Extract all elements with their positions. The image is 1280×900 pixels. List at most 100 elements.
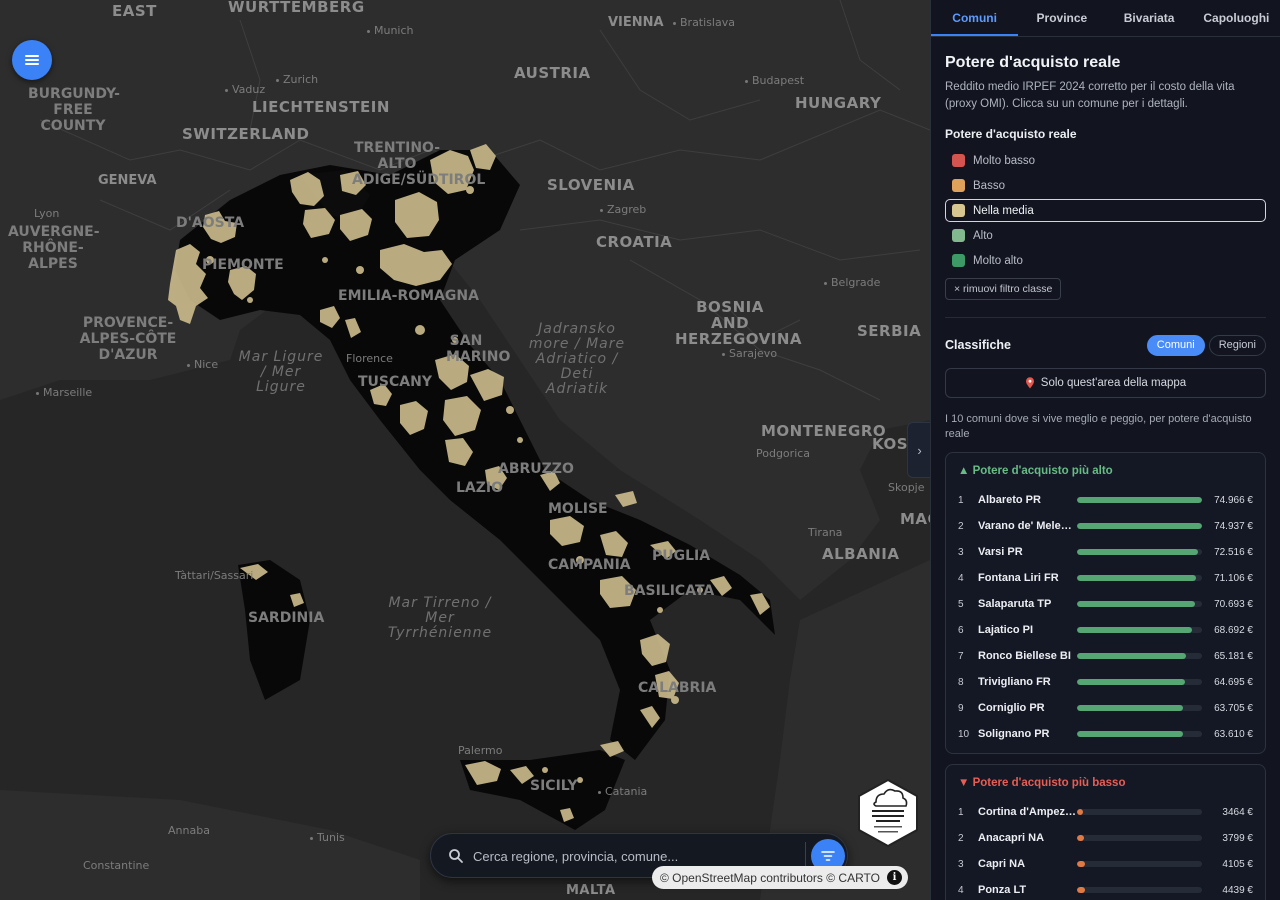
ranking-row[interactable]: 8 Trivigliano FR 64.695 € <box>958 669 1253 695</box>
map-label-region: BASILICATA <box>624 583 715 599</box>
map-label-city: Podgorica <box>756 447 811 460</box>
legend-swatch <box>952 179 965 192</box>
map-label-city: Geneva <box>98 173 157 188</box>
ranking-value: 68.692 € <box>1214 624 1253 636</box>
ranking-position: 2 <box>958 520 964 532</box>
map-label-region: TUSCANY <box>358 374 432 390</box>
legend-title: Potere d'acquisto reale <box>945 127 1077 141</box>
map-label-country: CROATIA <box>596 233 673 251</box>
map-area-only-label: Solo quest'area della mappa <box>1040 377 1187 389</box>
map-label-country: WÜRTTEMBERG <box>228 0 365 16</box>
ranking-bar-fill <box>1077 679 1185 685</box>
top-ranking-card: ▲ Potere d'acquisto più alto 1 Albareto P… <box>945 452 1266 754</box>
ranking-bar-fill <box>1077 887 1086 893</box>
ranking-comune-name: Solignano PR <box>978 728 1050 740</box>
ranking-bar-track <box>1077 523 1202 529</box>
map-label-region: PUGLIA <box>652 548 711 564</box>
ranking-position: 1 <box>958 806 964 818</box>
map-label-region: CALABRIA <box>638 680 717 696</box>
map-label-city: Constantine <box>83 859 150 872</box>
map-label-region: PIEMONTE <box>202 257 284 273</box>
toggle-regioni[interactable]: Regioni <box>1208 334 1266 356</box>
ranking-row[interactable]: 5 Salaparuta TP 70.693 € <box>958 591 1253 617</box>
legend-swatch <box>952 204 965 217</box>
ranking-position: 7 <box>958 650 964 662</box>
panel-title: Potere d'acquisto reale <box>945 54 1121 71</box>
legend-label: Molto basso <box>973 154 1036 167</box>
tab-province[interactable]: Province <box>1018 0 1105 36</box>
ranking-position: 4 <box>958 884 964 896</box>
ranking-row[interactable]: 9 Corniglio PR 63.705 € <box>958 695 1253 721</box>
ranking-row[interactable]: 4 Fontana Liri FR 71.106 € <box>958 565 1253 591</box>
map-label-region: AUVERGNE-RHÔNE-ALPES <box>8 224 100 272</box>
legend-item[interactable]: Molto alto <box>945 249 1266 272</box>
ranking-row[interactable]: 2 Anacapri NA 3799 € <box>958 825 1253 851</box>
ranking-bar-track <box>1077 627 1202 633</box>
ranking-row[interactable]: 1 Cortina d'Ampezzo BL 3464 € <box>958 799 1253 825</box>
pin-icon <box>1025 377 1034 389</box>
map-label-country: SLOVENIA <box>547 176 635 194</box>
legend-label: Nella media <box>973 204 1034 217</box>
map-label-sea: Mar Tirreno / Mer Tyrrhénienne <box>387 595 493 641</box>
map-label-region: BURGUNDY-FREE COUNTY <box>28 86 120 134</box>
legend-item[interactable]: Nella media <box>945 199 1266 222</box>
search-input[interactable] <box>473 844 791 868</box>
ranking-comune-name: Lajatico PI <box>978 624 1034 636</box>
ranking-value: 3464 € <box>1222 806 1253 818</box>
map-label-city: Palermo <box>458 744 503 757</box>
legend-item[interactable]: Molto basso <box>945 149 1266 172</box>
ranking-row[interactable]: 7 Ronco Biellese BI 65.181 € <box>958 643 1253 669</box>
legend-item[interactable]: Basso <box>945 174 1266 197</box>
ranking-bar-fill <box>1077 575 1196 581</box>
map-label-city: Vienna <box>608 15 664 30</box>
ranking-bar-fill <box>1077 731 1183 737</box>
map-label-sea: Jadransko more / Mare Adriatico / Deti A… <box>528 321 626 397</box>
map-label-country: SERBIA <box>857 322 922 340</box>
map-label-city: Zagreb <box>600 204 646 215</box>
tab-bivariata[interactable]: Bivariata <box>1106 0 1193 36</box>
ranking-bar-track <box>1077 809 1202 815</box>
ranking-comune-name: Varsi PR <box>978 546 1023 558</box>
map[interactable]: EAST WÜRTTEMBERG AUSTRIA SWITZERLAND LIE… <box>0 0 930 900</box>
ranking-bar-track <box>1077 861 1202 867</box>
ranking-row[interactable]: 3 Varsi PR 72.516 € <box>958 539 1253 565</box>
map-label-city: Lyon <box>34 207 60 220</box>
ranking-bar-fill <box>1077 523 1202 529</box>
panel-description: Reddito medio IRPEF 2024 corretto per il… <box>945 81 1235 110</box>
ranking-comune-name: Trivigliano FR <box>978 676 1051 688</box>
ranking-row[interactable]: 1 Albareto PR 74.966 € <box>958 487 1253 513</box>
ranking-row[interactable]: 2 Varano de' Melegari PR 74.937 € <box>958 513 1253 539</box>
opendata-sicilia-logo[interactable] <box>856 778 920 848</box>
tab-capoluoghi[interactable]: Capoluoghi <box>1193 0 1280 36</box>
map-label-region: SARDINIA <box>248 610 325 626</box>
ranking-row[interactable]: 4 Ponza LT 4439 € <box>958 877 1253 900</box>
map-label-country: AUSTRIA <box>514 64 591 82</box>
legend-item[interactable]: Alto <box>945 224 1266 247</box>
map-area-only-button[interactable]: Solo quest'area della mappa <box>945 368 1266 398</box>
menu-button[interactable] <box>12 40 52 80</box>
ranking-row[interactable]: 10 Solignano PR 63.610 € <box>958 721 1253 747</box>
ranking-bar-track <box>1077 705 1202 711</box>
ranking-row[interactable]: 6 Lajatico PI 68.692 € <box>958 617 1253 643</box>
ranking-value: 3799 € <box>1222 832 1253 844</box>
ranking-row[interactable]: 3 Capri NA 4105 € <box>958 851 1253 877</box>
ranking-value: 64.695 € <box>1214 676 1253 688</box>
collapse-panel-button[interactable]: › <box>907 422 930 478</box>
legend-label: Molto alto <box>973 254 1023 267</box>
map-label-city: Tunis <box>310 832 345 843</box>
map-label-region: CAMPANIA <box>548 557 631 573</box>
info-icon[interactable]: i <box>887 870 902 885</box>
legend-swatch <box>952 229 965 242</box>
map-label-city: Zurich <box>276 74 318 85</box>
map-label-city: Nice <box>187 359 218 370</box>
tab-comuni[interactable]: Comuni <box>931 0 1019 36</box>
map-label-country: MALTA <box>566 883 616 898</box>
ranking-value: 63.705 € <box>1214 702 1253 714</box>
clear-class-filter-button[interactable]: × rimuovi filtro classe <box>945 278 1062 300</box>
ranking-position: 5 <box>958 598 964 610</box>
hamburger-icon <box>25 53 39 67</box>
map-label-region: LAZIO <box>456 480 504 496</box>
ranking-bar-fill <box>1077 601 1195 607</box>
side-panel: Comuni Province Bivariata Capoluoghi Pot… <box>930 0 1280 900</box>
toggle-comuni[interactable]: Comuni <box>1146 334 1205 356</box>
